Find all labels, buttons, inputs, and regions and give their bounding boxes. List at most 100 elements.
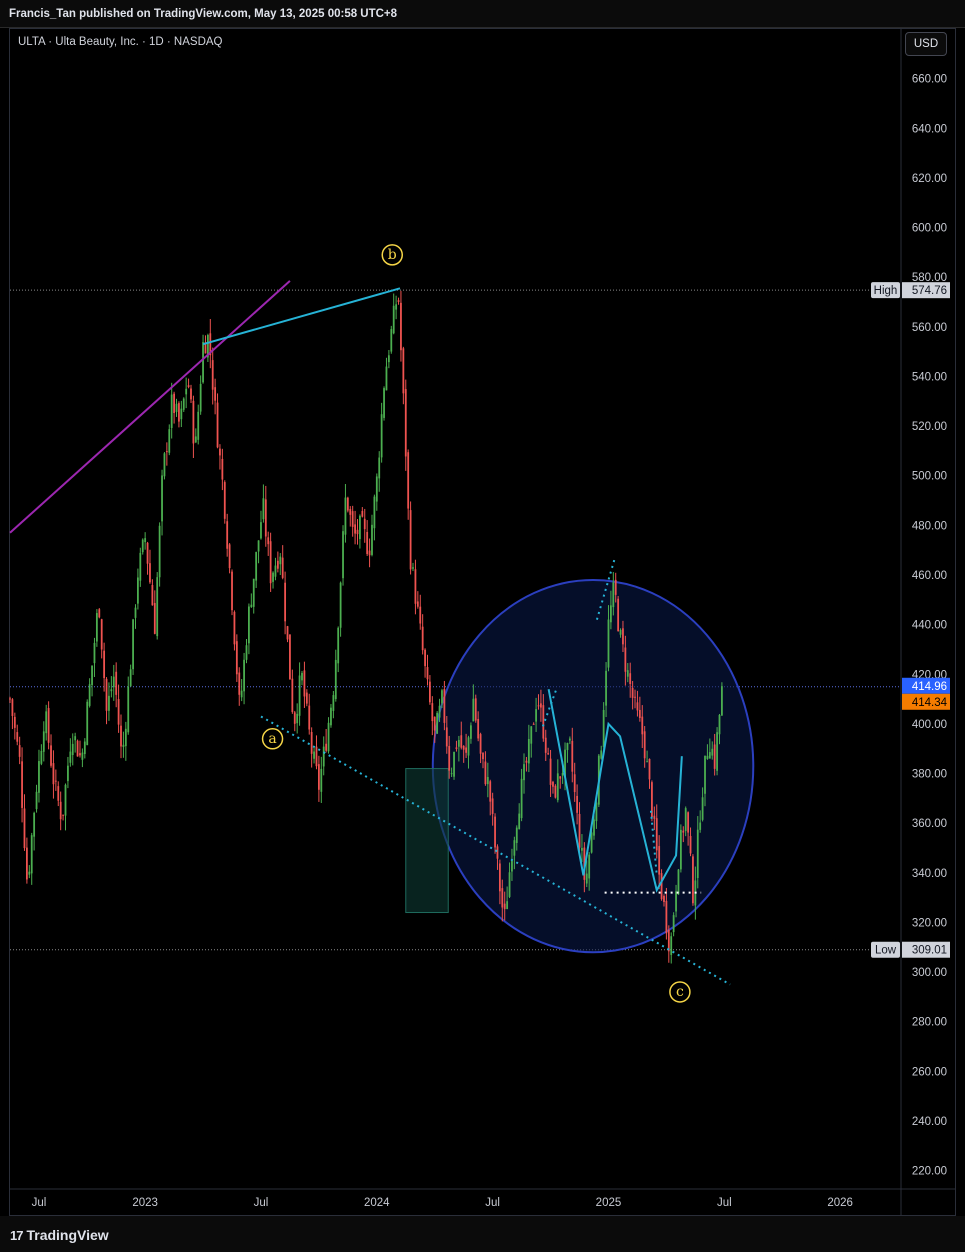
candle-body — [108, 695, 110, 711]
candle-body — [450, 773, 453, 775]
y-tick-label: 320.00 — [912, 917, 947, 929]
candle-body — [547, 753, 550, 755]
candle-body — [467, 737, 470, 756]
candle-body — [433, 716, 436, 731]
candle-body — [491, 798, 494, 814]
currency-button[interactable]: USD — [905, 32, 947, 56]
candle-body — [508, 872, 511, 897]
candle-body — [339, 582, 342, 628]
candle-body — [617, 598, 620, 632]
candle-body — [387, 355, 390, 363]
candle-body — [86, 701, 89, 746]
candle-body — [626, 670, 629, 677]
y-tick-label: 220.00 — [912, 1166, 947, 1178]
candle-body — [305, 692, 308, 704]
candle-body — [677, 869, 680, 895]
candle-body — [527, 739, 530, 764]
candle-body — [378, 457, 381, 479]
candle-body — [315, 746, 318, 767]
candle-body — [9, 698, 11, 700]
candle-body — [21, 761, 23, 808]
candle-body — [448, 746, 451, 771]
y-tick-label: 440.00 — [912, 620, 947, 632]
candle-body — [609, 605, 612, 623]
candle-body — [62, 814, 64, 816]
candle-body — [701, 797, 704, 820]
candle-body — [602, 709, 605, 747]
candle-body — [235, 641, 238, 675]
candle-body — [267, 537, 270, 545]
candle-body — [636, 702, 639, 711]
candle-body — [103, 650, 106, 679]
candle-body — [83, 741, 86, 755]
wave-label-c: c — [669, 981, 691, 1003]
candle-body — [175, 403, 178, 412]
candle-body — [354, 524, 356, 534]
prev-close-tag: 414.34 — [902, 693, 950, 710]
candle-body — [404, 389, 407, 457]
candle-body — [513, 840, 516, 856]
candle-body — [614, 579, 617, 595]
candle-body — [629, 673, 632, 684]
candle-body — [221, 458, 224, 480]
y-tick-label: 520.00 — [912, 421, 947, 433]
candle-body — [537, 705, 540, 707]
candle-body — [129, 669, 132, 687]
price-chart[interactable]: 660.00640.00620.00600.00580.00560.00540.… — [0, 0, 965, 1252]
candle-body — [684, 808, 687, 831]
low-tag-label: Low — [875, 945, 897, 957]
candle-body — [622, 628, 624, 645]
candle-body — [441, 690, 443, 704]
candle-body — [436, 712, 439, 734]
candle-body — [144, 538, 147, 543]
candle-body — [233, 611, 236, 645]
candle-body — [170, 394, 173, 428]
candle-body — [91, 665, 93, 686]
y-tick-label: 260.00 — [912, 1066, 947, 1078]
candle-body — [496, 846, 499, 859]
candle-body — [216, 402, 219, 448]
candle-body — [445, 727, 448, 747]
candle-body — [658, 846, 661, 875]
candle-body — [414, 569, 417, 604]
candle-body — [416, 601, 419, 607]
tradingview-logo[interactable]: 17 TradingView — [10, 1227, 109, 1243]
candle-body — [322, 746, 325, 767]
candle-body — [337, 627, 340, 664]
candle-body — [506, 901, 509, 910]
candle-body — [641, 716, 644, 735]
candle-body — [250, 604, 253, 607]
candle-body — [325, 743, 328, 751]
candle-body — [556, 773, 559, 801]
low-tag-value: 309.01 — [912, 945, 947, 957]
candle-body — [173, 393, 175, 414]
candle-body — [385, 366, 388, 391]
candle-body — [540, 703, 542, 708]
y-tick-label: 380.00 — [912, 769, 947, 781]
footer-bar — [0, 1216, 965, 1252]
candle-body — [120, 725, 122, 747]
candle-body — [13, 716, 16, 728]
candle-body — [105, 678, 108, 711]
candle-body — [165, 451, 168, 453]
candle-body — [25, 847, 28, 880]
symbol-title: ULTA · Ulta Beauty, Inc. · 1D · NASDAQ — [18, 36, 223, 48]
candle-body — [214, 387, 217, 401]
candle-body — [88, 684, 91, 706]
candle-body — [477, 718, 480, 739]
candle-body — [375, 476, 378, 502]
candle-body — [486, 776, 489, 785]
candle-body — [646, 761, 648, 763]
candle-body — [255, 552, 258, 581]
candle-body — [151, 585, 154, 606]
candle-body — [45, 711, 48, 734]
candle-body — [163, 453, 166, 477]
candle-body — [11, 699, 14, 717]
y-tick-label: 360.00 — [912, 818, 947, 830]
candle-body — [535, 709, 537, 722]
candle-body — [40, 750, 43, 764]
candle-body — [552, 781, 554, 787]
candle-body — [238, 672, 241, 695]
candle-body — [576, 795, 579, 813]
candle-body — [665, 900, 668, 934]
